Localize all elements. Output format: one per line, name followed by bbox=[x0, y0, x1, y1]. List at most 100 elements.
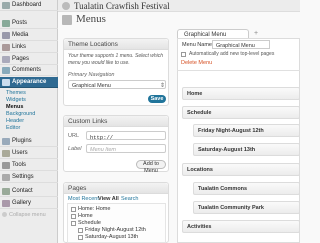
users-icon bbox=[2, 150, 10, 157]
tools-icon bbox=[2, 162, 10, 169]
sidebar-item-comments[interactable]: Comments bbox=[0, 65, 58, 76]
collapse-label: Collapse menu bbox=[9, 212, 46, 218]
sidebar-item-label: Settings bbox=[12, 173, 34, 180]
sidebar-item-label: Dashboard bbox=[12, 1, 42, 8]
menu-item-activities[interactable]: Activities bbox=[182, 220, 300, 233]
select-arrows-icon: ⇕ bbox=[160, 82, 166, 89]
site-home-icon[interactable] bbox=[62, 2, 70, 10]
divider bbox=[177, 70, 300, 71]
menu-name-input[interactable]: Graphical Menu bbox=[212, 40, 270, 49]
pages-box: Pages Most Recent View All Search Home: … bbox=[63, 182, 169, 243]
sidebar-item-media[interactable]: Media bbox=[0, 30, 58, 41]
pages-header[interactable]: Pages bbox=[64, 183, 168, 194]
sidebar-item-tools[interactable]: Tools bbox=[0, 160, 58, 171]
sidebar-item-label: Links bbox=[12, 43, 27, 50]
submenu-themes[interactable]: Themes bbox=[6, 90, 26, 96]
sidebar-item-label: Plugins bbox=[12, 137, 32, 144]
gallery-icon bbox=[2, 200, 10, 207]
sidebar-item-plugins[interactable]: Plugins bbox=[0, 136, 58, 147]
plugins-icon bbox=[2, 138, 10, 145]
settings-icon bbox=[2, 174, 10, 181]
tab-search[interactable]: Search bbox=[121, 196, 138, 202]
tab-view-all[interactable]: View All bbox=[98, 196, 119, 202]
admin-sidebar: Dashboard Posts Media Links Pages Commen… bbox=[0, 0, 58, 243]
page-checkbox[interactable] bbox=[71, 207, 76, 212]
primary-navigation-select[interactable]: Graphical Menu ⇕ bbox=[68, 80, 166, 89]
sidebar-item-posts[interactable]: Posts bbox=[0, 18, 58, 29]
label-label: Label bbox=[68, 146, 82, 152]
appearance-icon bbox=[2, 79, 10, 86]
menu-name-value: Graphical Menu bbox=[216, 42, 255, 49]
sidebar-item-label: Pages bbox=[12, 55, 30, 62]
page-title: Menus bbox=[76, 13, 106, 25]
box-title: Pages bbox=[68, 185, 87, 192]
add-menu-tab-button[interactable]: + bbox=[254, 30, 258, 37]
label-placeholder: Menu Item bbox=[90, 146, 116, 153]
menu-item-label: Schedule bbox=[187, 110, 212, 116]
sidebar-item-label: Contact bbox=[12, 187, 33, 194]
label-input[interactable]: Menu Item bbox=[86, 144, 166, 153]
tab-most-recent[interactable]: Most Recent bbox=[68, 196, 99, 202]
menu-item-label: Saturday-August 13th bbox=[198, 147, 256, 153]
menu-item-label: Tualatin Community Park bbox=[198, 205, 264, 211]
menu-item-label: Locations bbox=[187, 167, 213, 173]
menu-item-locations[interactable]: Locations bbox=[182, 163, 300, 176]
tab-label: Graphical Menu bbox=[184, 31, 227, 38]
comments-icon bbox=[2, 67, 10, 74]
menu-item-schedule[interactable]: Schedule bbox=[182, 106, 300, 119]
sidebar-item-label: Media bbox=[12, 31, 29, 38]
submenu-widgets[interactable]: Widgets bbox=[6, 97, 26, 103]
collapse-menu-button[interactable]: Collapse menu bbox=[2, 212, 46, 218]
site-title[interactable]: Tualatin Crawfish Festival bbox=[74, 1, 170, 11]
submenu-background[interactable]: Background bbox=[6, 111, 35, 117]
list-item: Home: Home bbox=[78, 206, 111, 212]
sidebar-item-label: Users bbox=[12, 149, 28, 156]
contact-icon bbox=[2, 188, 10, 195]
save-locations-button[interactable]: Save bbox=[148, 95, 166, 103]
page-checkbox[interactable] bbox=[71, 214, 76, 219]
add-to-menu-button[interactable]: Add to Menu bbox=[136, 160, 166, 174]
menu-item-tualatin-community-park[interactable]: Tualatin Community Park bbox=[193, 201, 300, 214]
menu-item-friday-night[interactable]: Friday Night-August 12th bbox=[193, 124, 300, 137]
primary-navigation-value: Graphical Menu bbox=[72, 82, 111, 89]
page-checkbox[interactable] bbox=[78, 228, 83, 233]
menu-item-label: Activities bbox=[187, 224, 212, 230]
url-value: http:// bbox=[90, 133, 114, 141]
collapse-icon bbox=[2, 212, 7, 217]
sidebar-item-dashboard[interactable]: Dashboard bbox=[0, 0, 58, 11]
sidebar-item-settings[interactable]: Settings bbox=[0, 172, 58, 183]
menu-item-home[interactable]: Home bbox=[182, 87, 300, 100]
posts-icon bbox=[2, 20, 10, 27]
box-title: Theme Locations bbox=[68, 41, 118, 48]
custom-links-box: Custom Links URL http:// Label Menu Item… bbox=[63, 115, 169, 174]
sidebar-item-label: Appearance bbox=[12, 78, 47, 85]
menus-page-icon bbox=[62, 15, 72, 25]
auto-add-checkbox[interactable] bbox=[181, 52, 186, 57]
sidebar-item-contact[interactable]: Contact bbox=[0, 186, 58, 197]
submenu-menus[interactable]: Menus bbox=[6, 104, 23, 110]
auto-add-label: Automatically add new top-level pages bbox=[189, 51, 275, 57]
list-item: Home bbox=[78, 213, 93, 219]
box-title: Custom Links bbox=[68, 118, 108, 125]
page-checkbox[interactable] bbox=[71, 221, 76, 226]
menu-item-saturday[interactable]: Saturday-August 13th bbox=[193, 143, 300, 156]
sidebar-item-links[interactable]: Links bbox=[0, 42, 58, 53]
delete-menu-link[interactable]: Delete Menu bbox=[181, 60, 212, 66]
submenu-header[interactable]: Header bbox=[6, 118, 24, 124]
sidebar-item-gallery[interactable]: Gallery bbox=[0, 198, 58, 209]
submenu-editor[interactable]: Editor bbox=[6, 125, 20, 131]
menu-item-label: Friday Night-August 12th bbox=[198, 128, 264, 134]
primary-navigation-label: Primary Navigation bbox=[68, 72, 115, 78]
page-checkbox[interactable] bbox=[78, 235, 83, 240]
sidebar-item-pages[interactable]: Pages bbox=[0, 54, 58, 65]
sidebar-item-users[interactable]: Users bbox=[0, 148, 58, 159]
url-input[interactable]: http:// bbox=[86, 131, 166, 141]
list-item: Saturday-August 13th bbox=[85, 234, 139, 240]
custom-links-header[interactable]: Custom Links bbox=[64, 116, 168, 127]
theme-locations-header[interactable]: Theme Locations bbox=[64, 39, 168, 50]
sidebar-item-appearance[interactable]: Appearance bbox=[0, 77, 58, 88]
list-item: Friday Night-August 12th bbox=[85, 227, 146, 233]
menu-item-tualatin-commons[interactable]: Tualatin Commons bbox=[193, 182, 300, 195]
menu-item-label: Tualatin Commons bbox=[198, 186, 248, 192]
sidebar-item-label: Comments bbox=[12, 66, 42, 73]
